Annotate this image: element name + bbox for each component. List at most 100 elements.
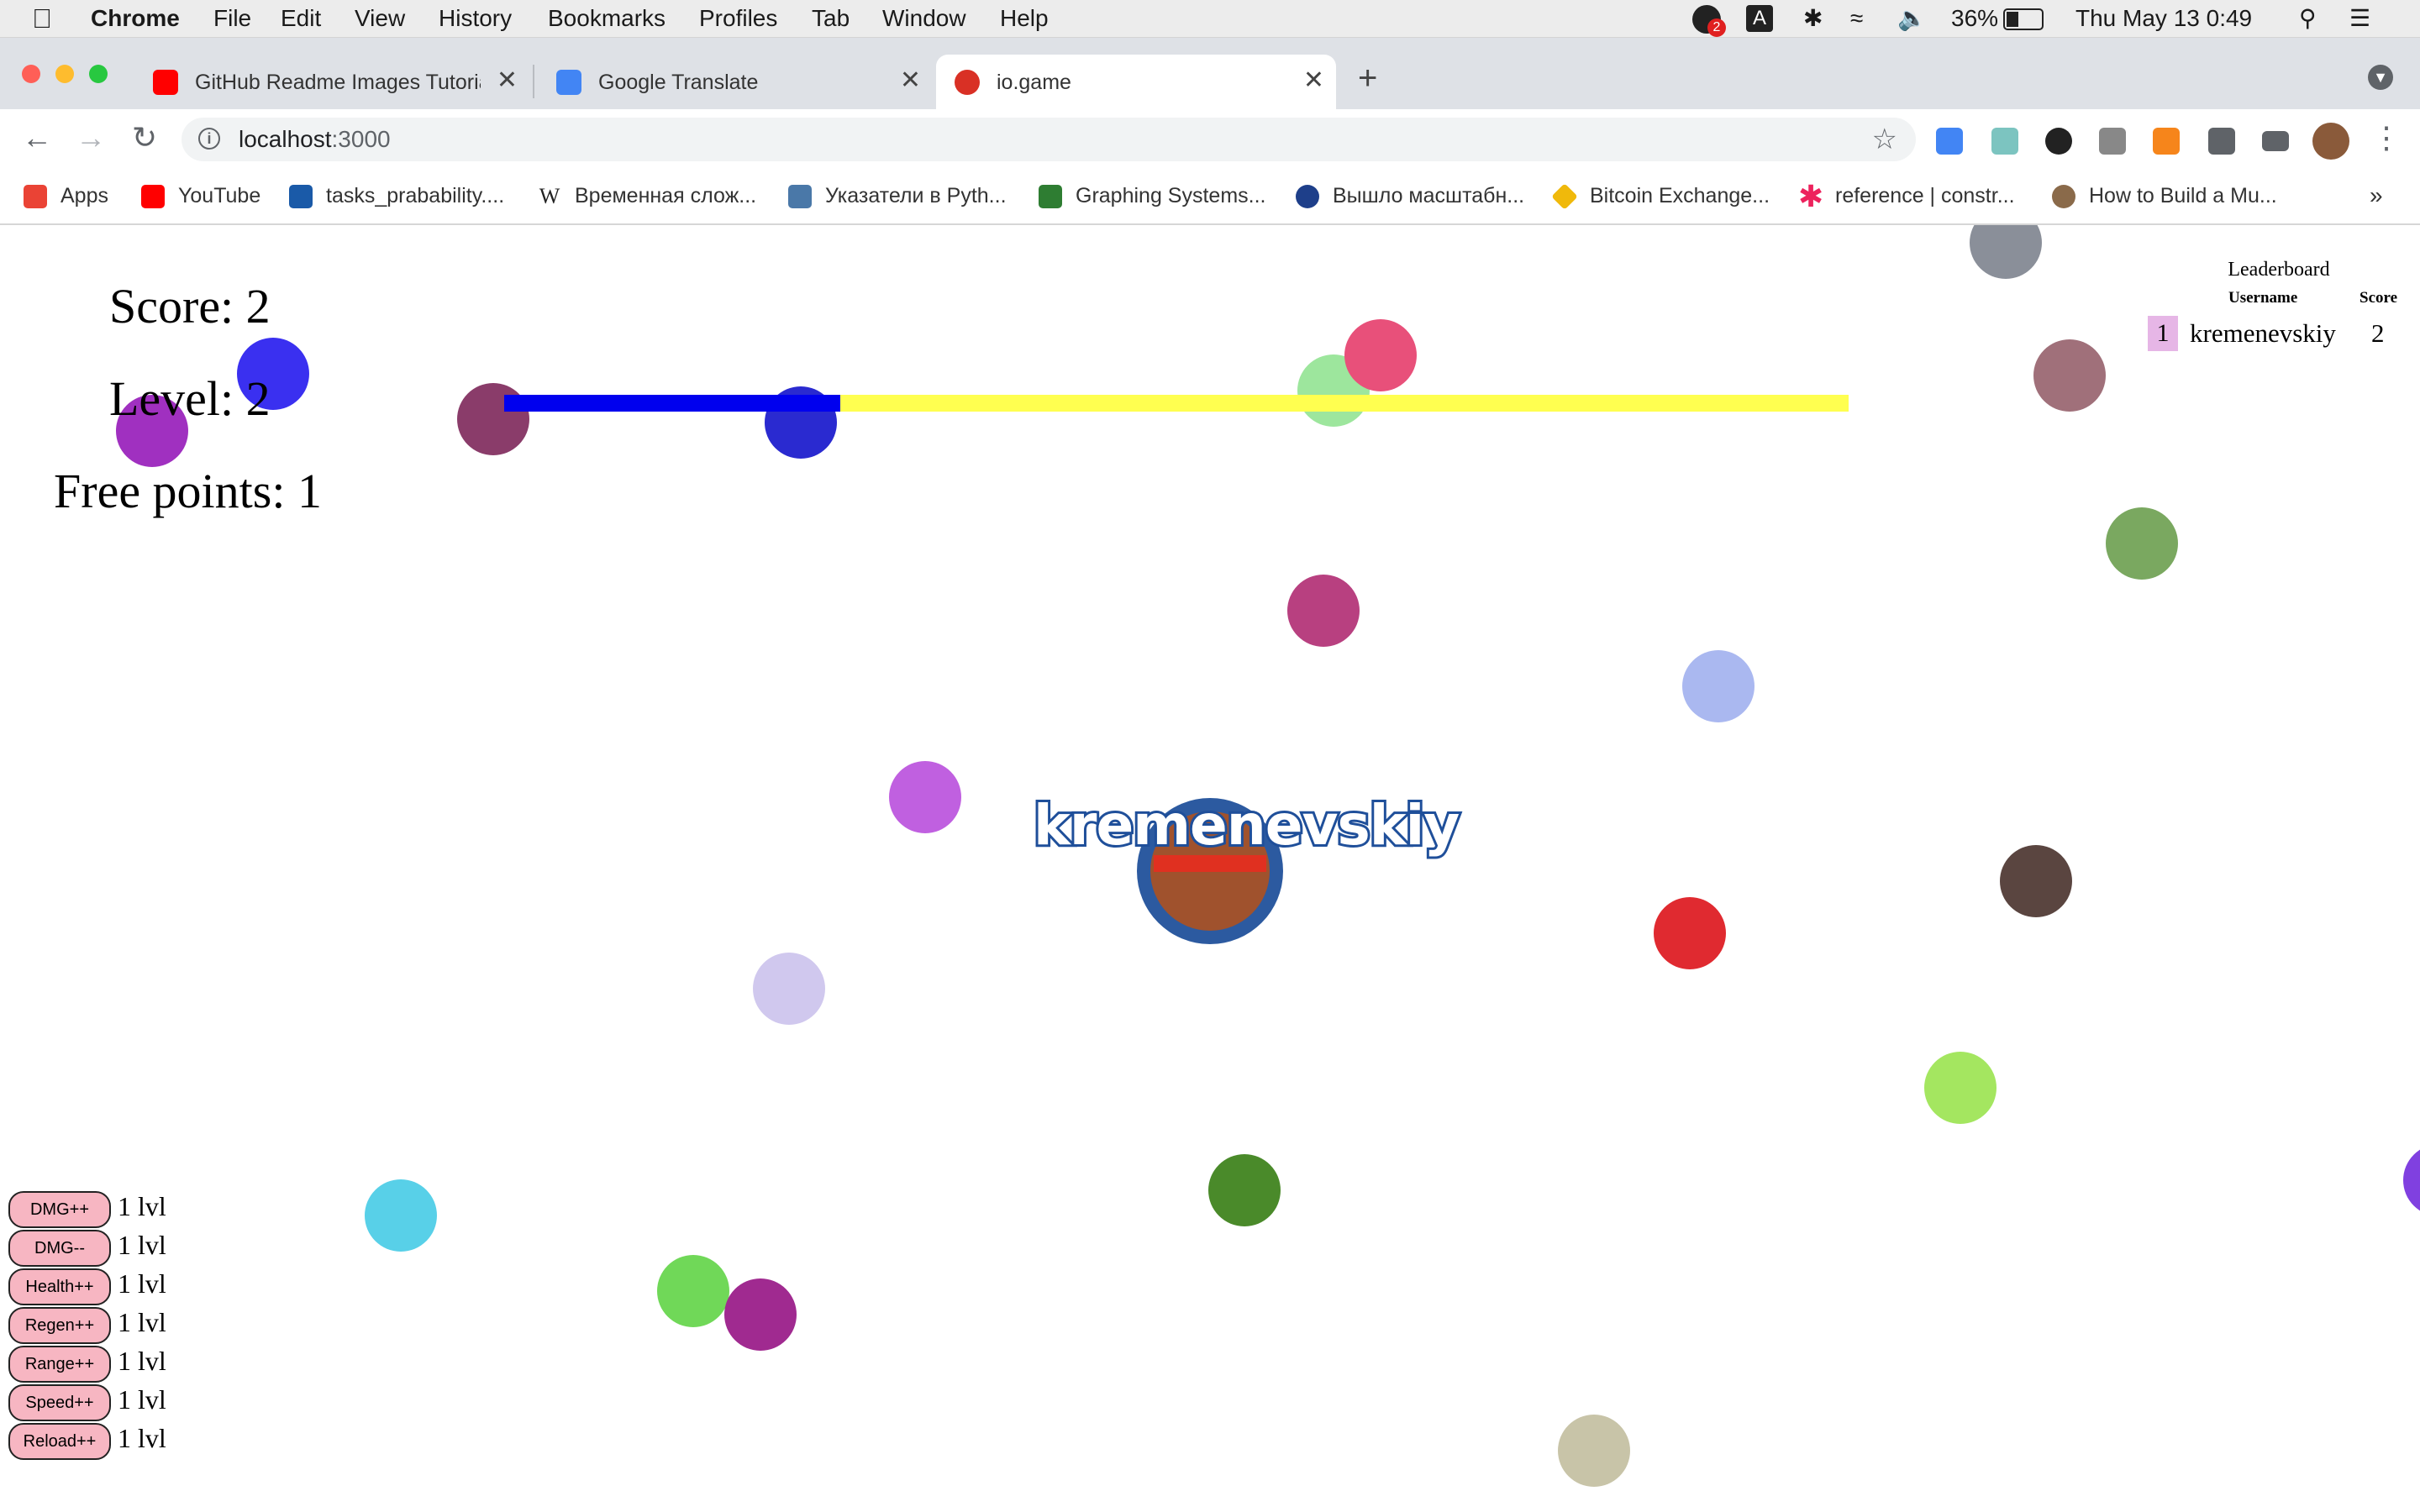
game-canvas[interactable]: Score: 2 Level: 2 Free points: 1 kremene… xyxy=(0,225,2420,1512)
menu-profiles[interactable]: Profiles xyxy=(699,3,777,34)
apple-icon[interactable]:  xyxy=(32,3,52,34)
menu-view[interactable]: View xyxy=(355,3,405,34)
upgrade-level: 1 lvl xyxy=(118,1346,166,1376)
media-controls-icon[interactable] xyxy=(2262,131,2289,151)
menu-edit[interactable]: Edit xyxy=(281,3,321,34)
food-orb xyxy=(365,1179,437,1252)
volume-icon[interactable]: 🔈 xyxy=(1897,3,1927,34)
menu-history[interactable]: History xyxy=(439,3,512,34)
upgrade-level: 1 lvl xyxy=(118,1268,166,1299)
profile-icon xyxy=(2052,185,2075,209)
macos-menubar:  Chrome File Edit View History Bookmark… xyxy=(0,0,2420,38)
tab-google-translate[interactable]: Google Translate ✕ xyxy=(538,55,933,109)
menu-file[interactable]: File xyxy=(213,3,251,34)
address-bar[interactable]: i localhost:3000 ☆ xyxy=(182,118,1916,161)
forward-button[interactable]: → xyxy=(71,118,111,158)
bookmark-news[interactable]: Вышло масштабн... xyxy=(1296,181,1524,210)
wikipedia-icon: W xyxy=(538,184,561,209)
address-url[interactable]: localhost:3000 xyxy=(239,126,391,153)
bookmark-youtube[interactable]: YouTube xyxy=(141,181,260,210)
bookmark-how-to-build[interactable]: How to Build a Mu... xyxy=(2052,181,2277,210)
upgrade-dmg-minus-button[interactable]: DMG-- xyxy=(8,1230,111,1267)
js-extension-icon[interactable] xyxy=(2099,128,2126,155)
upgrade-health-button[interactable]: Health++ xyxy=(8,1268,111,1305)
url-host: localhost xyxy=(239,126,332,152)
minimize-window-button[interactable] xyxy=(55,65,74,83)
extensions-puzzle-icon[interactable] xyxy=(2208,128,2235,155)
close-tab-icon[interactable]: ✕ xyxy=(900,66,921,95)
metamask-fox-icon[interactable] xyxy=(2153,128,2180,155)
notification-badge: 2 xyxy=(1707,18,1726,37)
food-orb xyxy=(1287,575,1360,647)
leaderboard-username-header: Username xyxy=(2228,289,2298,307)
food-orb xyxy=(2033,339,2106,412)
bookmark-graphing[interactable]: Graphing Systems... xyxy=(1039,181,1265,210)
google-translate-extension-icon[interactable] xyxy=(1936,128,1963,155)
close-window-button[interactable] xyxy=(22,65,40,83)
food-orb xyxy=(1654,897,1726,969)
youtube-icon xyxy=(141,185,165,209)
food-orb xyxy=(657,1255,729,1327)
tab-separator xyxy=(533,65,534,98)
bookmark-tasks[interactable]: tasks_prabability.... xyxy=(289,181,504,210)
bookmarks-overflow-icon[interactable]: » xyxy=(2370,181,2383,210)
input-source-icon[interactable]: A xyxy=(1746,5,1773,32)
menu-bookmarks[interactable]: Bookmarks xyxy=(548,3,666,34)
close-tab-icon[interactable]: ✕ xyxy=(1303,66,1324,95)
upgrade-level: 1 lvl xyxy=(118,1384,166,1415)
upgrade-range-button[interactable]: Range++ xyxy=(8,1346,111,1383)
upgrade-regen-button[interactable]: Regen++ xyxy=(8,1307,111,1344)
tab-title: GitHub Readme Images Tutoria xyxy=(195,71,481,94)
wifi-icon[interactable]: ≈ xyxy=(1850,3,1863,34)
back-button[interactable]: ← xyxy=(17,118,57,158)
battery-level xyxy=(2007,12,2018,27)
bookmark-apps[interactable]: Apps xyxy=(24,181,108,210)
food-orb xyxy=(2106,507,2178,580)
upgrade-dmg-plus-button[interactable]: DMG++ xyxy=(8,1191,111,1228)
bookmark-wikipedia[interactable]: W Временная слож... xyxy=(538,181,756,210)
food-orb xyxy=(724,1278,797,1351)
bookmark-star-icon[interactable]: ☆ xyxy=(1872,123,1897,156)
tab-io-game[interactable]: io.game ✕ xyxy=(936,55,1336,109)
site-info-icon[interactable]: i xyxy=(198,128,220,150)
leaderboard-username: kremenevskiy xyxy=(2190,318,2336,348)
bookmark-label: Указатели в Pyth... xyxy=(825,184,1007,207)
xp-progress-fill xyxy=(504,395,840,412)
reload-button[interactable]: ↻ xyxy=(124,118,165,158)
maximize-window-button[interactable] xyxy=(89,65,108,83)
p5-asterisk-icon: ✱ xyxy=(1798,179,1824,214)
tab-search-icon[interactable]: ▼ xyxy=(2368,65,2393,90)
food-orb xyxy=(457,383,529,455)
bookmark-label: Вышло масштабн... xyxy=(1333,184,1525,207)
spotlight-search-icon[interactable]: ⚲ xyxy=(2299,3,2317,34)
food-orb xyxy=(1924,1052,1996,1124)
notification-icon[interactable]: 2 xyxy=(1692,5,1726,37)
control-center-icon[interactable]: ☰ xyxy=(2349,3,2370,34)
upgrade-reload-button[interactable]: Reload++ xyxy=(8,1423,111,1460)
bluetooth-icon[interactable]: ✱ xyxy=(1803,3,1823,34)
hse-icon xyxy=(289,185,313,209)
food-orb xyxy=(753,953,825,1025)
bookmark-bitcoin[interactable]: Bitcoin Exchange... xyxy=(1551,181,1770,211)
extension-icon[interactable] xyxy=(1991,128,2018,155)
player-health-bar xyxy=(1154,855,1266,872)
bookmark-reference[interactable]: ✱ reference | constr... xyxy=(1798,179,2015,214)
battery-icon[interactable] xyxy=(2003,8,2044,30)
menu-window[interactable]: Window xyxy=(882,3,966,34)
close-tab-icon[interactable]: ✕ xyxy=(497,66,518,95)
menu-help[interactable]: Help xyxy=(1000,3,1049,34)
menu-tab[interactable]: Tab xyxy=(812,3,850,34)
new-tab-button[interactable]: + xyxy=(1358,60,1377,97)
apps-grid-icon xyxy=(24,185,47,209)
upgrade-speed-button[interactable]: Speed++ xyxy=(8,1384,111,1421)
menu-app-name[interactable]: Chrome xyxy=(91,3,180,34)
tab-github-readme[interactable]: GitHub Readme Images Tutoria ✕ xyxy=(134,55,529,109)
food-orb xyxy=(1682,650,1754,722)
profile-avatar[interactable] xyxy=(2312,123,2349,160)
food-orb xyxy=(1558,1415,1630,1487)
wordpress-extension-icon[interactable] xyxy=(2045,128,2072,155)
chrome-menu-icon[interactable]: ⋮ xyxy=(2366,118,2407,158)
bookmarks-bar: Apps YouTube tasks_prabability.... W Врем… xyxy=(0,170,2420,225)
bookmark-habr[interactable]: Указатели в Pyth... xyxy=(788,181,1007,210)
clock[interactable]: Thu May 13 0:49 xyxy=(2075,3,2252,34)
